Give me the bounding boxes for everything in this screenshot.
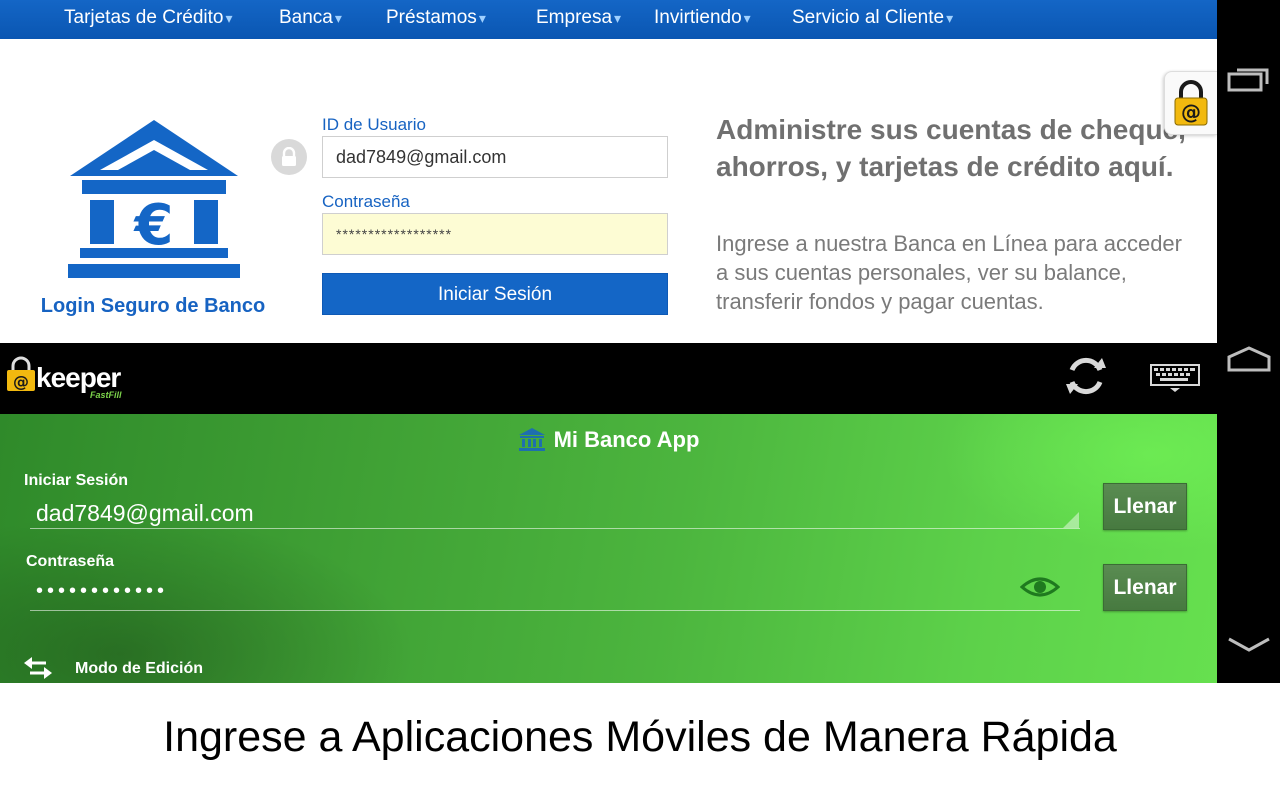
nav-item-empresa[interactable]: Empresa ▾ xyxy=(536,7,621,29)
chevron-down-icon: ▾ xyxy=(946,10,954,26)
password-value-field[interactable]: •••••••••••• xyxy=(36,580,168,603)
fastfill-panel xyxy=(0,414,1217,683)
edit-mode-label[interactable]: Modo de Edición xyxy=(75,660,203,678)
promo-body: Ingrese a nuestra Banca en Línea para ac… xyxy=(716,231,1182,314)
chevron-down-icon: ▾ xyxy=(743,10,751,26)
nav-item-prestamos[interactable]: Préstamos ▾ xyxy=(386,7,486,29)
keeper-lock-icon: @ xyxy=(1174,80,1208,126)
nav-item-label: Empresa xyxy=(536,7,613,28)
nav-item-label: Tarjetas de Crédito xyxy=(64,7,224,28)
top-navigation-bar: Tarjetas de Crédito ▾ Banca ▾ Préstamos ▾ E… xyxy=(0,0,1217,39)
android-navigation-bar xyxy=(1217,0,1280,683)
nav-item-label: Invirtiendo xyxy=(654,7,742,28)
bank-icon xyxy=(518,428,545,451)
app-title: Mi Banco App xyxy=(0,427,1217,453)
nav-item-label: Servicio al Cliente xyxy=(792,7,945,28)
lock-icon xyxy=(271,139,307,175)
chevron-down-icon: ▾ xyxy=(614,10,622,26)
sync-icon[interactable] xyxy=(1064,354,1108,398)
nav-item-banca[interactable]: Banca ▾ xyxy=(279,7,342,29)
keeper-logo-subtitle: FastFill xyxy=(90,390,122,400)
chevron-down-icon: ▾ xyxy=(478,10,486,26)
password-field[interactable]: ****************** xyxy=(322,213,668,255)
login-value-field[interactable]: dad7849@gmail.com xyxy=(36,500,254,527)
keyboard-icon[interactable] xyxy=(1150,362,1200,392)
back-button[interactable] xyxy=(1217,636,1280,654)
dropdown-corner-icon xyxy=(1063,512,1079,528)
keeper-logo-lock-icon: @ xyxy=(7,356,35,391)
password-label: Contraseña xyxy=(322,192,410,211)
recent-apps-icon xyxy=(1227,68,1268,92)
svg-text:@: @ xyxy=(13,372,29,391)
password-label: Contraseña xyxy=(26,553,115,570)
user-id-label: ID de Usuario xyxy=(322,115,426,134)
home-button[interactable] xyxy=(1217,345,1280,373)
user-id-field[interactable]: dad7849@gmail.com xyxy=(322,136,668,178)
nav-item-servicio[interactable]: Servicio al Cliente ▾ xyxy=(792,7,953,29)
sign-in-button[interactable]: Iniciar Sesión xyxy=(322,273,668,315)
nav-item-label: Banca xyxy=(279,7,333,28)
fill-password-button[interactable]: Llenar xyxy=(1103,564,1187,611)
eye-icon[interactable] xyxy=(1020,575,1060,599)
password-field-underline xyxy=(30,610,1080,611)
chevron-down-icon: ▾ xyxy=(225,10,233,26)
login-field-underline xyxy=(30,528,1080,529)
login-label: Iniciar Sesión xyxy=(24,472,129,489)
svg-text:@: @ xyxy=(1181,100,1201,124)
recent-apps-button[interactable] xyxy=(1217,66,1280,92)
marketing-caption: Ingrese a Aplicaciones Móviles de Manera… xyxy=(163,713,1117,761)
nav-item-label: Préstamos xyxy=(386,7,477,28)
app-title-text: Mi Banco App xyxy=(553,427,700,452)
promo-title: Administre sus cuentas de cheque, ahorro… xyxy=(716,114,1186,182)
keeper-toolbar xyxy=(0,343,1217,414)
keeper-fastfill-badge[interactable]: @ xyxy=(1164,71,1217,135)
swap-arrows-icon[interactable] xyxy=(24,656,52,680)
nav-item-tarjetas[interactable]: Tarjetas de Crédito ▾ xyxy=(64,7,233,29)
chevron-down-icon: ▾ xyxy=(334,10,342,26)
bank-login-caption: Login Seguro de Banco xyxy=(40,295,266,317)
chevron-down-icon xyxy=(1227,637,1270,652)
bank-building-icon: € xyxy=(68,120,240,278)
fill-login-button[interactable]: Llenar xyxy=(1103,483,1187,530)
nav-item-invirtiendo[interactable]: Invirtiendo ▾ xyxy=(654,7,751,29)
home-icon xyxy=(1227,346,1270,372)
